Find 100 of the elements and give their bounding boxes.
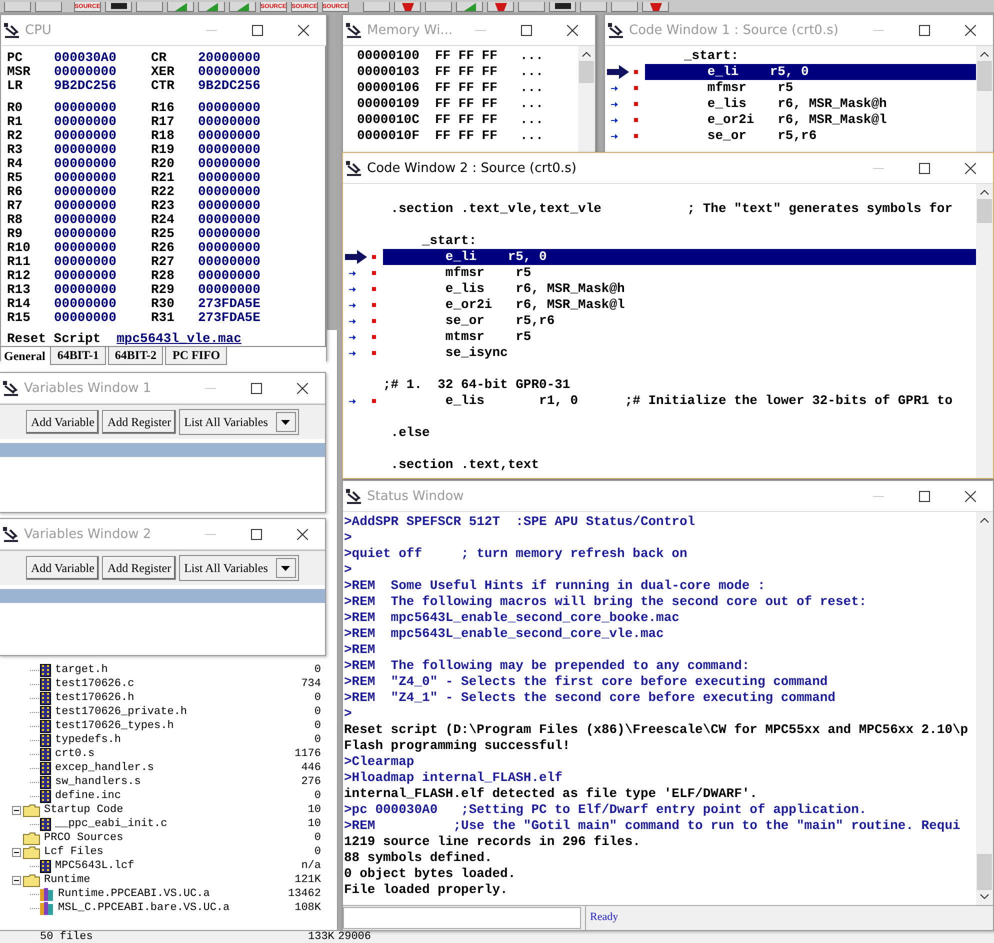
register-value[interactable]: 00000000 [198, 157, 325, 171]
register-value[interactable]: 00000000 [54, 143, 151, 157]
collapse-icon[interactable] [12, 876, 21, 884]
register-value[interactable]: 00000000 [54, 297, 151, 311]
register-name: CR [151, 51, 168, 65]
vertical-scrollbar[interactable] [976, 46, 993, 155]
scrollbar-thumb[interactable] [977, 199, 992, 223]
scrollbar-thumb[interactable] [977, 61, 992, 91]
register-name: R3 [7, 143, 24, 157]
close-icon [964, 24, 976, 36]
tab[interactable]: PC FIFO [165, 347, 228, 365]
register-value[interactable]: 00000000 [54, 227, 151, 241]
register-value[interactable]: 000030A0 [54, 51, 151, 65]
collapse-icon[interactable] [12, 806, 21, 814]
dropdown[interactable]: List All Variables [179, 409, 299, 435]
tree-item[interactable]: Lcf Files [44, 845, 104, 859]
tree-item[interactable]: MPC5643L.lcf [55, 859, 134, 873]
register-value[interactable]: 273FDA5E [198, 297, 325, 311]
memory-address: 0000010F [357, 128, 420, 144]
register-value[interactable]: 9B2DC256 [198, 79, 325, 93]
tree-item[interactable]: sw_handlers.s [55, 775, 141, 789]
tree-item[interactable]: MSL_C.PPCEABI.bare.VS.UC.a [58, 901, 230, 915]
window-title: Memory Wi... [367, 22, 454, 38]
vertical-scrollbar[interactable] [976, 184, 993, 478]
maximize-icon [250, 528, 262, 540]
register-value[interactable]: 00000000 [54, 171, 151, 185]
tree-item[interactable]: test170626_private.h [55, 705, 188, 719]
register-value[interactable]: 00000000 [54, 185, 151, 199]
memory-ascii: ... [520, 128, 544, 144]
current-line-arrow-icon [607, 65, 629, 79]
toolbar-button[interactable] [549, 2, 576, 12]
register-value[interactable]: 00000000 [198, 255, 325, 269]
memory-bytes[interactable]: FF FF FF [435, 48, 520, 64]
register-value[interactable]: 00000000 [54, 65, 151, 79]
register-value[interactable]: 00000000 [54, 255, 151, 269]
tree-item[interactable]: crt0.s [55, 747, 95, 761]
register-value[interactable]: 00000000 [198, 171, 325, 185]
register-value[interactable]: 00000000 [198, 65, 325, 79]
size-cell: 0 [314, 733, 321, 747]
register-value[interactable]: 20000000 [198, 51, 325, 65]
toolbar-button[interactable]: Add Register [102, 556, 176, 580]
memory-bytes[interactable]: FF FF FF [435, 128, 520, 144]
tree-item[interactable]: Startup Code [44, 803, 124, 817]
register-value[interactable]: 00000000 [54, 311, 151, 325]
register-value[interactable]: 9B2DC256 [54, 79, 151, 93]
register-value[interactable]: 00000000 [54, 213, 151, 227]
register-value[interactable]: 00000000 [54, 115, 151, 129]
register-value[interactable]: 00000000 [198, 241, 325, 255]
toolbar-button[interactable]: Add Variable [26, 410, 100, 434]
register-value[interactable]: 00000000 [198, 143, 325, 157]
dropdown[interactable]: List All Variables [179, 555, 299, 581]
register-value[interactable]: 00000000 [198, 185, 325, 199]
toolbar-button[interactable] [105, 2, 132, 12]
register-value[interactable]: 00000000 [54, 241, 151, 255]
register-value[interactable]: 00000000 [198, 101, 325, 115]
tree-item[interactable]: Runtime [44, 873, 90, 887]
memory-bytes[interactable]: FF FF FF [435, 80, 520, 96]
tree-item[interactable]: target.h [55, 663, 108, 677]
tab[interactable]: 64BIT-1 [50, 347, 106, 365]
toolbar-button[interactable]: Add Register [102, 410, 176, 434]
register-value[interactable]: 00000000 [198, 129, 325, 143]
tree-item[interactable]: test170626.h [55, 691, 134, 705]
register-value[interactable]: 273FDA5E [198, 311, 325, 325]
console-line: >pc 000030A0 ;Setting PC to Elf/Dwarf entry point of application. [344, 802, 868, 818]
vertical-scrollbar[interactable] [976, 512, 993, 905]
debugger-icon [2, 379, 20, 397]
command-input[interactable] [343, 907, 581, 929]
register-value[interactable]: 00000000 [198, 283, 325, 297]
tree-item[interactable]: test170626.c [55, 677, 134, 691]
register-value[interactable]: 00000000 [198, 213, 325, 227]
register-value[interactable]: 00000000 [54, 101, 151, 115]
memory-bytes[interactable]: FF FF FF [435, 64, 520, 80]
register-value[interactable]: 00000000 [198, 115, 325, 129]
register-value[interactable]: 00000000 [54, 283, 151, 297]
memory-bytes[interactable]: FF FF FF [435, 112, 520, 128]
vertical-scrollbar[interactable] [578, 46, 595, 155]
scrollbar-thumb[interactable] [977, 854, 992, 890]
scrollbar-thumb[interactable] [579, 61, 594, 83]
register-value[interactable]: 00000000 [198, 269, 325, 283]
register-value[interactable]: 00000000 [198, 227, 325, 241]
register-value[interactable]: 00000000 [54, 129, 151, 143]
register-value[interactable]: 00000000 [54, 269, 151, 283]
tree-item[interactable]: Runtime.PPCEABI.VS.UC.a [58, 887, 210, 901]
memory-bytes[interactable]: FF FF FF [435, 96, 520, 112]
console-line: >REM mpc5643L_enable_second_core_booke.mac [344, 610, 680, 626]
tree-item[interactable]: typedefs.h [55, 733, 122, 747]
tree-item[interactable]: PRCO Sources [44, 831, 124, 845]
toolbar-button[interactable]: Add Variable [26, 556, 100, 580]
register-value[interactable]: 00000000 [198, 199, 325, 213]
memory-address: 00000100 [357, 48, 420, 64]
tree-item[interactable]: test170626_types.h [55, 719, 174, 733]
collapse-icon[interactable] [12, 848, 21, 856]
register-value[interactable]: 00000000 [54, 199, 151, 213]
close-icon [964, 490, 976, 502]
tree-item[interactable]: __ppc_eabi_init.c [55, 817, 168, 831]
tree-item[interactable]: excep_handler.s [55, 761, 154, 775]
register-value[interactable]: 00000000 [54, 157, 151, 171]
tree-item[interactable]: define.inc [55, 789, 122, 803]
tab[interactable]: 64BIT-2 [108, 347, 164, 365]
console-line: > [344, 530, 353, 546]
